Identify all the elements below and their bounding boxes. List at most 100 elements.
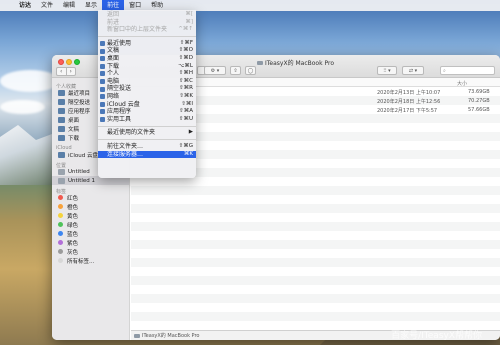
menu-item-network[interactable]: 网络 ⇧⌘K [98,93,196,101]
tag-color-dot [58,240,63,245]
menu-item-utilities[interactable]: 实用工具 ⇧⌘U [98,116,196,124]
action-gear-button[interactable]: ⚙ ▾ [204,66,226,75]
menu-item-home[interactable]: 个人 ⇧⌘H [98,70,196,78]
row-date: 2020年2月13日 上午10:07 [377,90,441,96]
minimize-window-button[interactable] [66,59,72,65]
menu-item-label: 隔空投送 [107,85,132,93]
sidebar-tag-green[interactable]: 绿色 [52,220,129,229]
zoom-window-button[interactable] [74,59,80,65]
menu-item-label: 连接服务器… [107,150,144,158]
tag-color-dot [58,231,63,236]
desktop-icon [100,56,105,62]
empty-row [131,312,500,321]
submenu-arrow-icon: ▶ [188,129,193,136]
menu-item-label: 应用程序 [107,108,132,116]
sidebar-item-label: 桌面 [68,117,80,124]
menu-item-label: 最近使用的文件夹 [107,129,156,137]
menu-shortcut: ⇧⌘G [178,142,193,149]
sidebar-header-tags: 标签 [56,189,67,195]
back-button[interactable]: ‹ [57,68,66,75]
sidebar-item-label: 绿色 [67,222,79,229]
document-icon [58,125,65,132]
sidebar-item-label: iCloud 云盘 [68,152,98,159]
sidebar-item-label: Untitled 1 [68,177,96,184]
sidebar-item-label: 应用程序 [68,108,91,115]
nav-buttons: ‹ › [56,67,76,76]
menu-item-label: 个人 [107,70,120,78]
menu-item-back[interactable]: 返回 ⌘[ [98,11,196,19]
forward-button[interactable]: › [65,68,76,75]
sidebar-tag-orange[interactable]: 橙色 [52,202,129,211]
menu-item-label: 电脑 [107,77,120,85]
close-window-button[interactable] [58,59,64,65]
menu-shortcut: ⇧⌘U [178,115,193,122]
menu-shortcut: ⌘[ [185,11,193,17]
utilities-icon [100,117,105,123]
menu-item-label: 前往文件夹… [107,142,144,150]
menu-item-enclosing-folder[interactable]: 新窗口中的上层文件夹 ^⌘↑ [98,26,196,34]
menu-separator [98,36,196,38]
watermark: 百家号/ITeasyX帮帮你 [391,331,482,341]
path-bar-item[interactable]: ITeasyX的 MacBook Pro [142,332,200,339]
sidebar-tag-gray[interactable]: 灰色 [52,247,129,256]
row-size: 73.69GB [468,89,490,95]
tag-color-dot [58,204,63,209]
applications-icon [58,107,65,114]
clock-icon [100,41,105,47]
menu-bar: 访达 文件 编辑 显示 前往 窗口 帮助 [0,0,500,11]
menu-shortcut: ^⌘↑ [178,26,193,33]
menu-finder[interactable]: 访达 [14,0,36,11]
clock-icon [58,89,65,96]
column-header-size[interactable]: 大小 [457,80,467,87]
tag-color-dot [58,213,63,218]
sidebar-item-label: 隔空投送 [68,99,91,106]
toolbar-extra-button[interactable]: ⇄ ▾ [402,66,424,75]
home-icon [100,71,105,77]
menu-item-label: 文稿 [107,47,120,55]
tag-color-dot [58,249,63,254]
sidebar-tag-purple[interactable]: 紫色 [52,238,129,247]
applications-icon [100,109,105,115]
tag-icon[interactable]: ◯ [245,66,256,75]
menu-shortcut: ⇧⌘I [181,100,193,107]
menu-item-go-to-folder[interactable]: 前往文件夹… ⇧⌘G [98,143,196,151]
row-size: 70.27GB [468,98,490,104]
sidebar-tag-blue[interactable]: 蓝色 [52,229,129,238]
computer-icon [257,60,263,65]
window-title: ITeasyX的 MacBook Pro [257,58,334,67]
menu-item-recent-folders[interactable]: 最近使用的文件夹 ▶ [98,129,196,137]
window-title-text: ITeasyX的 MacBook Pro [265,60,334,67]
computer-icon [134,333,140,338]
group-by-button[interactable]: ⁝⁝ ▾ [377,66,397,75]
menu-item-icloud-drive[interactable]: iCloud 云盘 ⇧⌘I [98,101,196,109]
sidebar-tag-yellow[interactable]: 黄色 [52,211,129,220]
menu-item-airdrop[interactable]: 隔空投送 ⇧⌘R [98,85,196,93]
menu-item-applications[interactable]: 应用程序 ⇧⌘A [98,108,196,116]
menu-item-label: 新窗口中的上层文件夹 [107,26,168,34]
document-icon [100,48,105,54]
sidebar-item-label: 橙色 [67,204,79,211]
cloud-icon [58,151,65,158]
menu-edit[interactable]: 编辑 [58,0,80,11]
menu-shortcut: ⇧⌘D [178,54,193,61]
cloud-icon [100,101,105,107]
empty-row [131,276,500,285]
menu-file[interactable]: 文件 [36,0,58,11]
download-icon [58,134,65,141]
sidebar-item-label: 紫色 [67,240,79,247]
menu-item-desktop[interactable]: 桌面 ⇧⌘D [98,55,196,63]
sidebar-item-label: 文稿 [68,126,80,133]
cloud [0,100,45,114]
row-date: 2020年2月18日 上午12:56 [377,99,441,105]
empty-row [131,240,500,249]
menu-shortcut: ⇧⌘O [178,47,193,54]
menu-item-documents[interactable]: 文稿 ⇧⌘O [98,47,196,55]
row-date: 2020年2月17日 下午5:57 [377,108,438,114]
menu-separator [98,125,196,127]
sidebar-item-label: 黄色 [67,213,79,220]
menu-item-label: 最近使用 [107,39,132,47]
sidebar-tag-all-tags[interactable]: 所有标签… [52,256,129,265]
menu-item-connect-to-server[interactable]: 连接服务器… ⌘K [98,150,196,159]
search-input[interactable]: ⌕ [440,66,495,75]
share-icon[interactable]: ⇧ [230,66,241,75]
